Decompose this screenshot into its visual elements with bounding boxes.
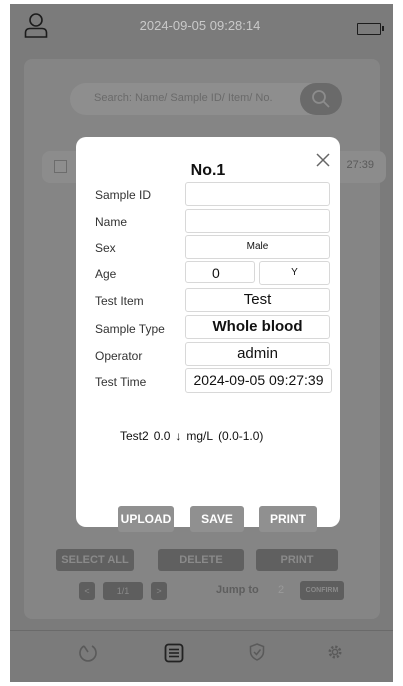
prev-page-button[interactable]: <: [79, 582, 95, 600]
shield-icon[interactable]: [249, 643, 265, 666]
test-item-label: Test Item: [95, 294, 144, 308]
age-label: Age: [95, 267, 117, 281]
name-field[interactable]: [185, 209, 330, 233]
settings-icon[interactable]: [326, 643, 344, 666]
jump-input[interactable]: 2: [278, 584, 284, 596]
age-unit-select[interactable]: Y: [259, 261, 330, 285]
status-bar: 2024-09-05 09:28:14: [10, 4, 393, 50]
record-detail-dialog: No.1 Sample ID Name Sex Male Age 0 Y Tes…: [76, 137, 340, 532]
bottom-nav: [10, 630, 393, 682]
record-checkbox[interactable]: [54, 160, 67, 173]
save-button[interactable]: SAVE: [190, 506, 244, 532]
battery-icon: [357, 23, 384, 35]
sex-label: Sex: [95, 241, 116, 255]
result-unit: mg/L: [186, 429, 214, 443]
history-icon[interactable]: [79, 643, 97, 668]
device-frame: 2024-09-05 09:28:14 Search: Name/ Sample…: [0, 0, 403, 686]
name-label: Name: [95, 215, 128, 229]
page-indicator: 1/1: [103, 582, 143, 600]
print-all-button[interactable]: PRINT: [256, 549, 338, 571]
sex-select[interactable]: Male: [185, 235, 330, 259]
sample-type-label: Sample Type: [95, 322, 165, 336]
print-button[interactable]: PRINT: [259, 506, 317, 532]
close-icon[interactable]: [316, 153, 330, 172]
select-all-button[interactable]: SELECT ALL: [56, 549, 134, 571]
age-input[interactable]: 0: [185, 261, 255, 283]
test-time-label: Test Time: [95, 375, 147, 389]
search-button[interactable]: [300, 83, 342, 115]
record-time: 27:39: [346, 159, 374, 171]
operator-field[interactable]: admin: [185, 342, 330, 366]
search-icon: [312, 90, 330, 108]
app-screen: 2024-09-05 09:28:14 Search: Name/ Sample…: [10, 4, 393, 682]
result-value: 0.0: [153, 429, 171, 443]
test-time-field[interactable]: 2024-09-05 09:27:39: [185, 368, 332, 393]
user-icon[interactable]: [24, 12, 48, 43]
next-page-button[interactable]: >: [151, 582, 167, 600]
sample-id-field[interactable]: [185, 182, 330, 206]
operator-label: Operator: [95, 349, 143, 363]
sample-type-select[interactable]: Whole blood: [185, 315, 330, 339]
upload-button[interactable]: UPLOAD: [118, 506, 174, 532]
search-bar[interactable]: Search: Name/ Sample ID/ Item/ No.: [70, 83, 342, 115]
test-result: Test2 0.0 ↓ mg/L (0.0-1.0): [120, 429, 268, 443]
status-datetime: 2024-09-05 09:28:14: [139, 18, 261, 33]
delete-button[interactable]: DELETE: [158, 549, 244, 571]
confirm-button[interactable]: CONFIRM: [300, 581, 344, 600]
search-input[interactable]: Search: Name/ Sample ID/ Item/ No.: [94, 92, 273, 104]
test-item-field[interactable]: Test: [185, 288, 330, 312]
sample-id-label: Sample ID: [95, 188, 152, 202]
result-range: (0.0-1.0): [218, 429, 264, 443]
list-icon[interactable]: [164, 643, 184, 668]
jump-label: Jump to: [216, 584, 259, 596]
dialog-title: No.1: [190, 162, 226, 179]
result-item: Test2: [120, 429, 149, 443]
result-flag: ↓: [175, 429, 182, 443]
